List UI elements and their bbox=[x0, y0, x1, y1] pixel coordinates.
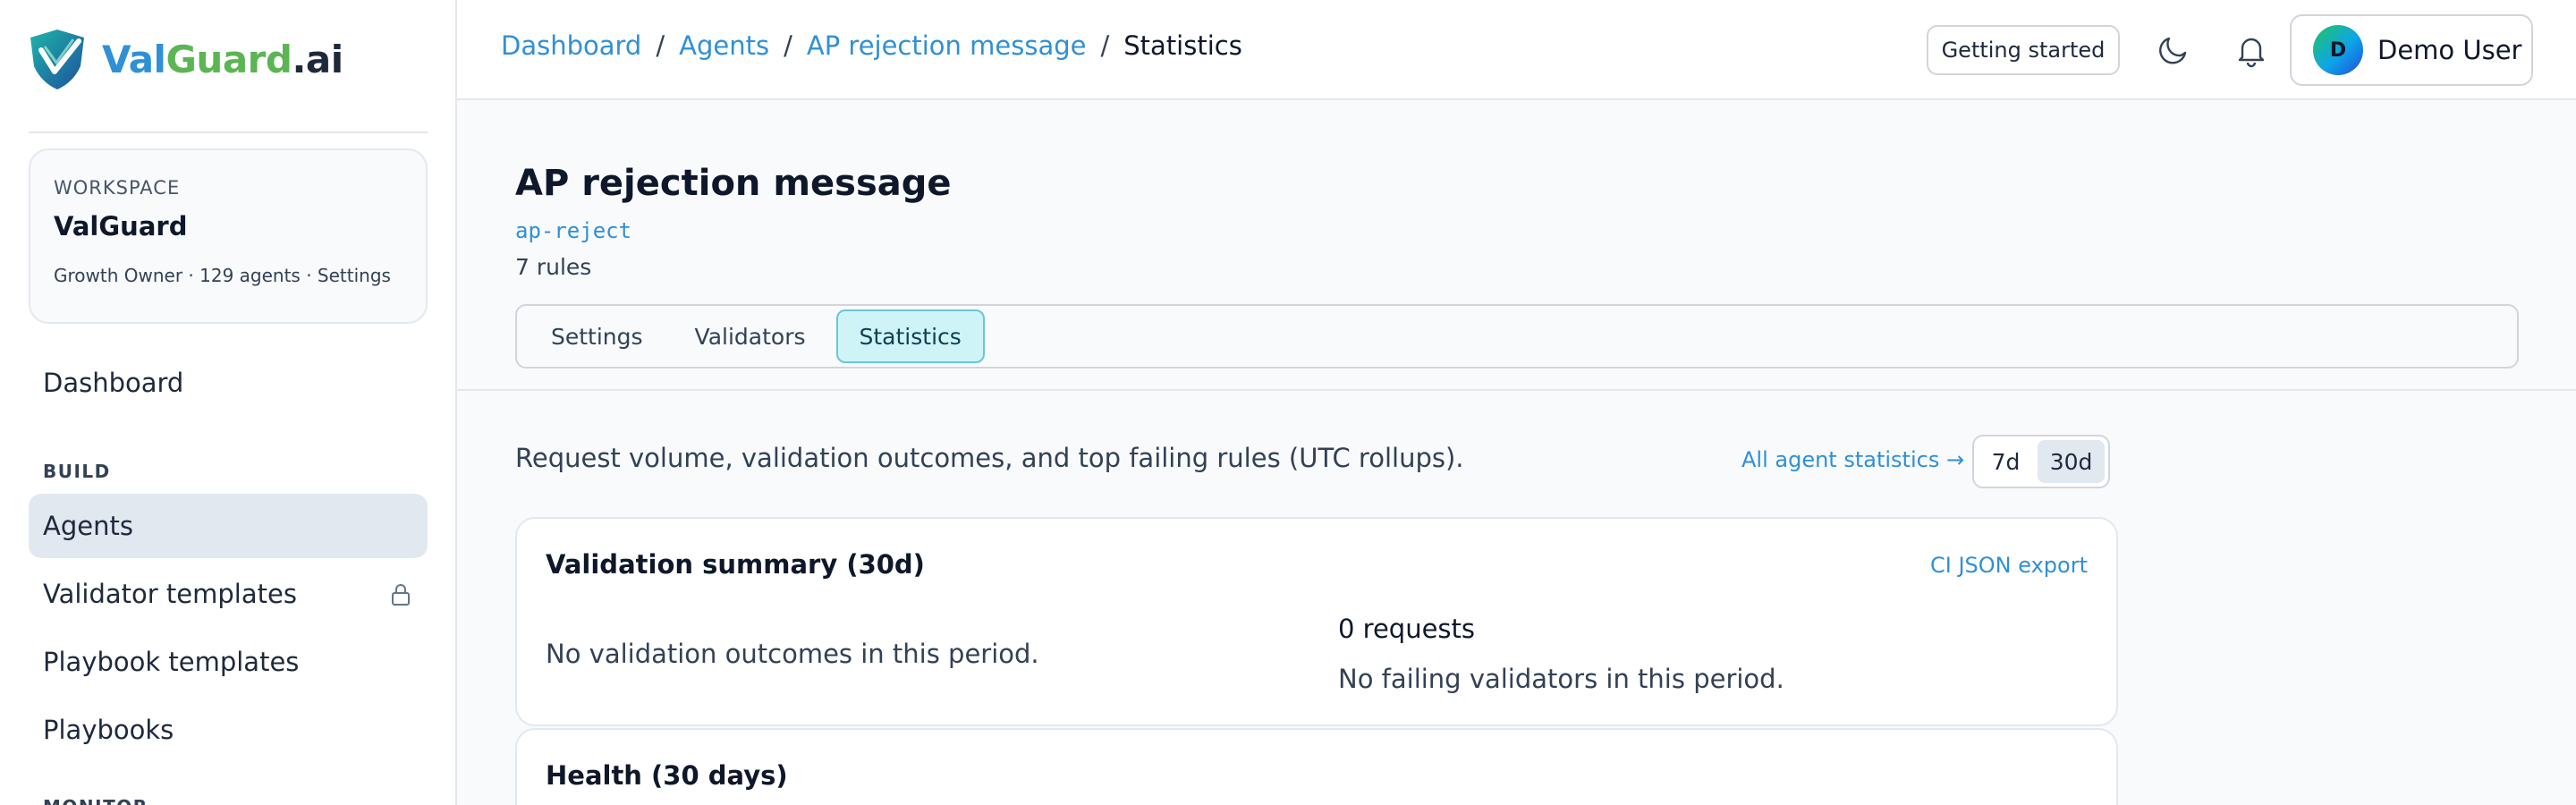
lock-icon bbox=[392, 584, 410, 606]
no-outcomes-text: No validation outcomes in this period. bbox=[546, 639, 1039, 669]
main-content: Dashboard / Agents / AP rejection messag… bbox=[457, 0, 2576, 805]
agent-header: AP rejection message ap-reject 7 rules S… bbox=[457, 100, 2576, 391]
tab-validators[interactable]: Validators bbox=[674, 309, 827, 363]
sidebar-item-label: Playbook templates bbox=[43, 647, 300, 677]
ci-json-export-link[interactable]: CI JSON export bbox=[1930, 553, 2088, 578]
moon-icon[interactable] bbox=[2154, 30, 2193, 70]
agent-rules-count: 7 rules bbox=[515, 254, 592, 280]
getting-started-button[interactable]: Getting started bbox=[1927, 25, 2120, 75]
sidebar-item-playbook-templates[interactable]: Playbook templates bbox=[29, 630, 428, 694]
range-7d-button[interactable]: 7d bbox=[1978, 440, 2034, 483]
sidebar-divider bbox=[29, 131, 428, 133]
breadcrumb-separator: / bbox=[1100, 30, 1110, 61]
sidebar-item-label: Playbooks bbox=[43, 715, 174, 745]
requests-count: 0 requests bbox=[1338, 614, 1476, 644]
shield-check-logo-icon bbox=[30, 30, 84, 89]
tab-statistics[interactable]: Statistics bbox=[835, 309, 985, 363]
app: ValGuard.ai WORKSPACE ValGuard Growth Ow… bbox=[0, 0, 2576, 805]
sidebar-item-validator-templates[interactable]: Validator templates bbox=[29, 562, 428, 626]
no-failing-text: No failing validators in this period. bbox=[1338, 664, 1784, 694]
brand-logo[interactable]: ValGuard.ai bbox=[27, 27, 343, 91]
workspace-label: WORKSPACE bbox=[54, 177, 181, 199]
sidebar-item-label: Validator templates bbox=[43, 579, 297, 609]
range-30d-button[interactable]: 30d bbox=[2038, 440, 2105, 483]
sidebar-item-label: Agents bbox=[43, 511, 133, 541]
sidebar-item-label: Dashboard bbox=[43, 368, 184, 398]
range-toggle: 7d 30d bbox=[1972, 435, 2110, 488]
breadcrumb-separator: / bbox=[656, 30, 665, 61]
bell-icon[interactable] bbox=[2232, 30, 2271, 70]
agent-slug: ap-reject bbox=[515, 218, 632, 243]
statistics-description: Request volume, validation outcomes, and… bbox=[515, 443, 1464, 473]
sidebar-item-agents[interactable]: Agents bbox=[29, 494, 428, 558]
page-title: AP rejection message bbox=[515, 163, 952, 204]
breadcrumb: Dashboard / Agents / AP rejection messag… bbox=[501, 30, 1242, 61]
user-menu-button[interactable]: D Demo User bbox=[2290, 14, 2533, 86]
topbar: Dashboard / Agents / AP rejection messag… bbox=[457, 0, 2576, 100]
sidebar-section-monitor: MONITOR bbox=[43, 796, 148, 805]
health-card: Health (30 days) bbox=[515, 728, 2118, 805]
agent-tabs: Settings Validators Statistics bbox=[515, 304, 2519, 369]
tab-settings[interactable]: Settings bbox=[530, 309, 665, 363]
sidebar-item-playbooks[interactable]: Playbooks bbox=[29, 698, 428, 762]
avatar: D bbox=[2313, 25, 2363, 75]
sidebar-item-dashboard[interactable]: Dashboard bbox=[29, 351, 428, 415]
validation-summary-title: Validation summary (30d) bbox=[546, 549, 925, 580]
workspace-meta: Growth Owner · 129 agents · Settings bbox=[54, 265, 391, 286]
validation-summary-card: Validation summary (30d) CI JSON export … bbox=[515, 517, 2118, 726]
breadcrumb-agent[interactable]: AP rejection message bbox=[807, 30, 1087, 61]
breadcrumb-agents[interactable]: Agents bbox=[679, 30, 769, 61]
breadcrumb-separator: / bbox=[784, 30, 792, 61]
workspace-name: ValGuard bbox=[54, 211, 188, 242]
brand-name: ValGuard.ai bbox=[102, 37, 343, 81]
workspace-card[interactable]: WORKSPACE ValGuard Growth Owner · 129 ag… bbox=[29, 148, 428, 324]
breadcrumb-current: Statistics bbox=[1123, 30, 1242, 61]
user-name: Demo User bbox=[2377, 35, 2522, 65]
sidebar: ValGuard.ai WORKSPACE ValGuard Growth Ow… bbox=[0, 0, 457, 805]
sidebar-section-build: BUILD bbox=[43, 461, 111, 482]
all-agent-statistics-link[interactable]: All agent statistics → bbox=[1741, 447, 1964, 472]
breadcrumb-dashboard[interactable]: Dashboard bbox=[501, 30, 641, 61]
health-title: Health (30 days) bbox=[546, 760, 788, 791]
